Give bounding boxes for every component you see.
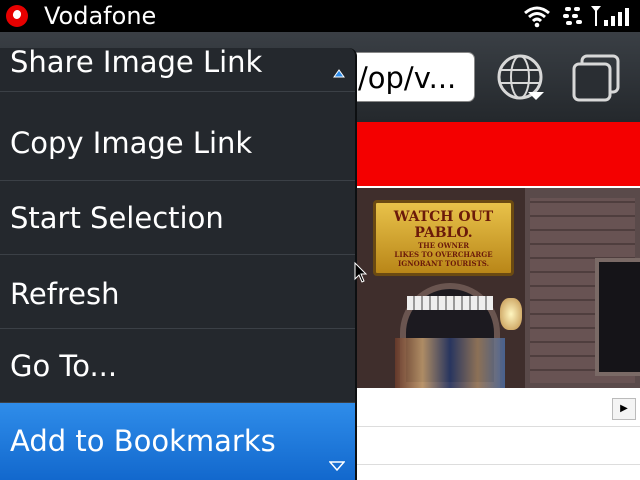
menu-item-add-to-bookmarks[interactable]: Add to Bookmarks: [0, 403, 355, 480]
tabs-icon: [572, 54, 620, 102]
menu-item-go-to[interactable]: Go To...: [0, 329, 355, 403]
sign-line: THE OWNER: [417, 241, 470, 250]
menu-item-start-selection[interactable]: Start Selection: [0, 181, 355, 255]
vodafone-logo-icon: [6, 5, 28, 27]
globe-button[interactable]: [492, 50, 550, 106]
scroll-up-arrow-icon: [333, 69, 345, 78]
menu-item-refresh[interactable]: Refresh: [0, 255, 355, 329]
carrier-name: Vodafone: [44, 2, 157, 30]
signal-icon: [591, 6, 629, 26]
lamp: [500, 298, 522, 330]
awning: [407, 296, 493, 310]
page-row: ▶: [355, 390, 640, 427]
menu-item-share-image-link[interactable]: Share Image Link: [0, 48, 355, 92]
sign-title: WATCH OUT PABLO.: [393, 209, 494, 241]
scroll-right-button[interactable]: ▶: [612, 398, 636, 420]
window: [595, 258, 640, 376]
page-photo[interactable]: WATCH OUT PABLO. THE OWNER LIKES TO OVER…: [355, 188, 640, 388]
tabs-button[interactable]: [568, 50, 626, 106]
page-row: [355, 428, 640, 465]
people: [395, 338, 505, 388]
context-menu: Share Image Link Copy Image Link Start S…: [0, 48, 357, 480]
sign-line: IGNORANT TOURISTS.: [397, 259, 490, 268]
status-bar: Vodafone: [0, 0, 640, 32]
blackberry-icon: [563, 7, 582, 25]
menu-item-copy-image-link[interactable]: Copy Image Link: [0, 106, 355, 181]
globe-icon: [497, 54, 544, 100]
scroll-down-arrow-icon: [329, 461, 345, 472]
wifi-icon: [524, 6, 550, 28]
mouse-cursor-icon: [354, 262, 368, 283]
sign-line: LIKES TO OVERCHARGE: [394, 250, 493, 259]
pub-sign: WATCH OUT PABLO. THE OWNER LIKES TO OVER…: [373, 200, 514, 276]
